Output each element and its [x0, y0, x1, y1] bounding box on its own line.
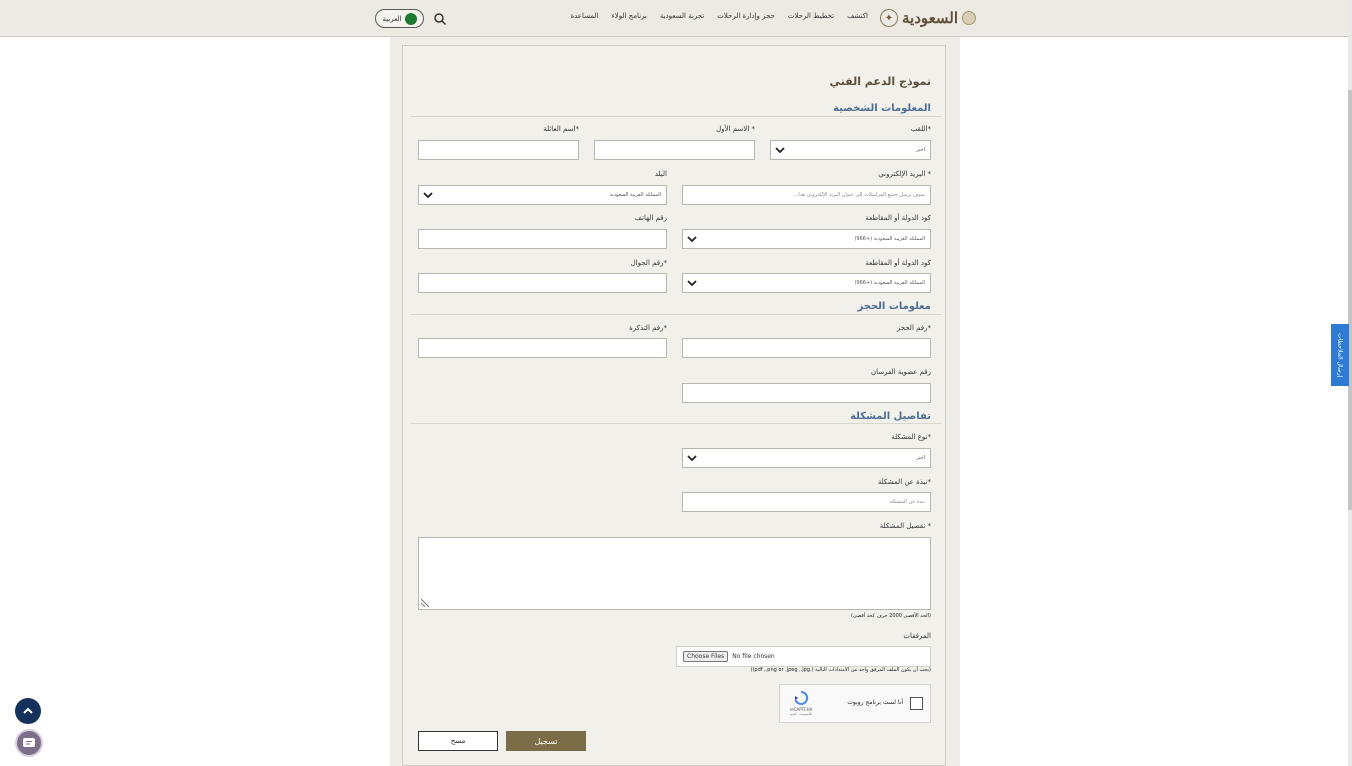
recaptcha-terms[interactable]: الخصوصية - البنود	[790, 712, 812, 716]
email-placeholder: سوف نرسل جميع المراسلات إلى عنوان البريد…	[793, 192, 925, 198]
mobile-code-value: المملكة العربية السعودية (+966)	[854, 280, 925, 286]
issue-type-select[interactable]: اختر	[682, 448, 931, 468]
nav-item-experience[interactable]: تجربة السعودية	[660, 12, 704, 20]
section-booking-title: معلومات الحجز	[857, 301, 931, 312]
logo-text: السعودية	[901, 9, 958, 27]
issue-summary-placeholder: نبذة عن المشكلة	[889, 499, 925, 505]
section-issue-title: تفاصيل المشكلة	[850, 411, 931, 422]
choose-files-button[interactable]: Choose Files	[683, 651, 729, 662]
clear-button[interactable]: مسح	[418, 731, 498, 751]
saudia-logo[interactable]: السعودية ✦	[880, 8, 976, 28]
mobile-label: *رقم الجوال	[630, 259, 667, 267]
last-name-label: *اسم العائلة	[543, 125, 579, 133]
phone-code-select[interactable]: المملكة العربية السعودية (+966)	[682, 229, 931, 249]
country-select-value: المملكة العربية السعودية	[609, 192, 661, 198]
title-select[interactable]: اختر	[770, 140, 931, 160]
issue-details-label: * تفصيل المشكلة	[879, 522, 931, 530]
section-divider	[411, 116, 941, 117]
membership-label: رقم عضوية الفرسان	[870, 368, 931, 376]
saudi-flag-icon	[404, 12, 417, 25]
nav-item-plan[interactable]: تخطيط الرحلات	[788, 12, 834, 20]
logo-badge-icon	[962, 11, 976, 25]
palm-emblem-icon: ✦	[880, 9, 898, 27]
title-select-value: اختر	[916, 147, 925, 153]
mobile-code-select[interactable]: المملكة العربية السعودية (+966)	[682, 273, 931, 293]
country-label: البلد	[654, 170, 667, 178]
issue-summary-label: *نبذة عن المشكلة	[877, 478, 931, 486]
section-divider	[411, 423, 941, 424]
email-label: * البريد الإلكتروني	[878, 170, 931, 178]
recaptcha-checkbox[interactable]	[910, 697, 923, 710]
recaptcha-widget: أنا لست برنامج روبوت reCAPTCHA الخصوصية …	[779, 684, 931, 723]
chevron-down-icon	[423, 192, 433, 199]
recaptcha-label: أنا لست برنامج روبوت	[847, 699, 903, 706]
chevron-down-icon	[775, 147, 785, 154]
chat-bubble-icon	[23, 738, 35, 747]
submit-button[interactable]: تسجيل	[506, 731, 586, 751]
last-name-input[interactable]	[418, 140, 579, 160]
scrollbar-thumb[interactable]	[1348, 90, 1352, 510]
recaptcha-icon	[794, 690, 809, 705]
language-label: العربية	[382, 14, 402, 23]
nav-item-discover[interactable]: اكتشف	[847, 12, 868, 20]
main-nav: اكتشف تخطيط الرحلات حجز وإدارة الرحلات ت…	[570, 12, 868, 20]
chevron-down-icon	[687, 280, 697, 287]
issue-summary-input[interactable]: نبذة عن المشكلة	[682, 492, 931, 512]
chevron-down-icon	[687, 455, 697, 462]
phone-input[interactable]	[418, 229, 667, 249]
nav-item-book-manage[interactable]: حجز وإدارة الرحلات	[717, 12, 775, 20]
ticket-number-label: *رقم التذكرة	[629, 324, 667, 332]
membership-input[interactable]	[682, 383, 931, 403]
phone-code-value: المملكة العربية السعودية (+966)	[854, 236, 925, 242]
chevron-up-icon	[23, 707, 33, 714]
resize-handle-icon[interactable]	[421, 599, 429, 607]
form-title: نموذج الدعم الفني	[829, 75, 931, 88]
issue-details-textarea[interactable]	[418, 537, 931, 610]
top-navigation-bar: السعودية ✦ اكتشف تخطيط الرحلات حجز وإدار…	[0, 0, 1350, 37]
booking-number-input[interactable]	[682, 338, 931, 358]
first-name-input[interactable]	[594, 140, 755, 160]
chevron-down-icon	[687, 236, 697, 243]
scroll-to-top-button[interactable]	[15, 698, 41, 724]
first-name-label: * الاسم الأول	[716, 125, 755, 133]
issue-type-label: *نوع المشكلة	[891, 433, 931, 441]
phone-label: رقم الهاتف	[634, 214, 667, 222]
attachments-label: المرفقات	[903, 632, 931, 640]
nav-item-loyalty[interactable]: برنامج الولاء	[611, 12, 646, 20]
recaptcha-logo: reCAPTCHA الخصوصية - البنود	[786, 690, 816, 720]
email-input[interactable]: سوف نرسل جميع المراسلات إلى عنوان البريد…	[682, 185, 931, 205]
feedback-tab[interactable]: إرسال الملاحظات	[1331, 324, 1349, 386]
mobile-input[interactable]	[418, 273, 667, 293]
chat-button[interactable]	[15, 729, 43, 757]
character-limit-note: (الحد الأقصى 2000 حرف كحد أقصى)	[850, 613, 931, 619]
phone-code-label: كود الدولة أو المقاطعة	[865, 214, 931, 222]
ticket-number-input[interactable]	[418, 338, 667, 358]
nav-item-help[interactable]: المساعدة	[570, 12, 598, 20]
issue-type-value: اختر	[916, 455, 925, 461]
language-switcher[interactable]: العربية	[375, 9, 424, 28]
search-icon[interactable]	[433, 11, 447, 26]
country-select[interactable]: المملكة العربية السعودية	[418, 185, 667, 205]
booking-number-label: *رقم الحجز	[896, 324, 931, 332]
section-personal-title: المعلومات الشخصية	[833, 103, 931, 114]
mobile-code-label: كود الدولة أو المقاطعة	[865, 259, 931, 267]
section-divider	[411, 314, 941, 315]
no-file-text: No file chosen	[732, 653, 775, 660]
title-label: *اللقب	[910, 125, 931, 133]
file-upload-input[interactable]: Choose Files No file chosen	[676, 646, 931, 667]
file-types-note: (يجب أن يكون الملف المرفق واحد من الامتد…	[750, 667, 931, 673]
